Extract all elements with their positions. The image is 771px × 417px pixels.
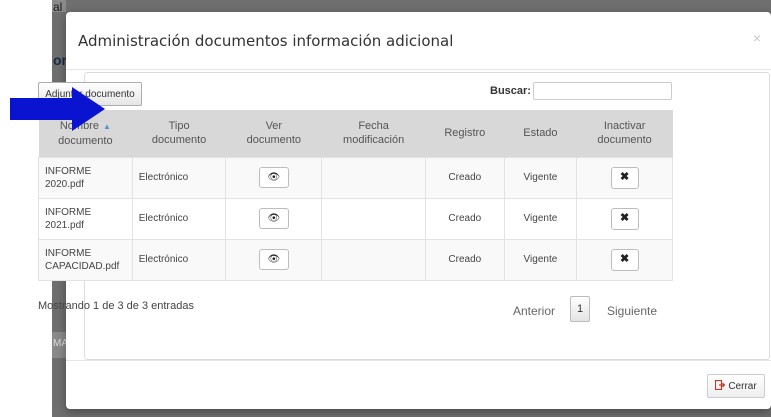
cell-tipo: Electrónico: [131, 238, 227, 281]
cell-nombre: INFORME 2021.pdf: [38, 197, 133, 240]
search-input[interactable]: [533, 82, 672, 100]
pagination-next[interactable]: Siguiente: [607, 304, 657, 318]
column-header-registro[interactable]: Registro: [425, 110, 505, 157]
modal-header: Administración documentos información ad…: [66, 12, 771, 70]
background-fragment: or: [53, 52, 67, 68]
documents-table: Nombre▲ documento Tipodocumento Verdocum…: [38, 110, 673, 281]
close-button[interactable]: Cerrar: [707, 374, 765, 398]
table-row: INFORME 2020.pdf Electrónico 👁 Creado Vig…: [38, 156, 673, 199]
eye-icon[interactable]: 👁: [258, 167, 289, 188]
cell-ver: 👁: [225, 238, 323, 281]
cell-estado: Vigente: [503, 156, 578, 199]
close-icon[interactable]: ×: [753, 30, 761, 46]
table-info: Mostrando 1 de 3 de 3 entradas: [38, 300, 194, 312]
close-icon[interactable]: ✖: [610, 248, 639, 271]
cell-fecha: [321, 156, 427, 199]
cell-estado: Vigente: [503, 197, 578, 240]
cell-inactivar: ✖: [576, 238, 673, 281]
footer-divider: [66, 360, 771, 361]
pagination-previous[interactable]: Anterior: [513, 304, 555, 318]
cell-registro: Creado: [425, 238, 505, 281]
eye-icon[interactable]: 👁: [258, 249, 289, 270]
cell-nombre: INFORME CAPACIDAD.pdf: [38, 238, 133, 281]
cell-fecha: [321, 197, 427, 240]
modal-title: Administración documentos información ad…: [78, 32, 454, 50]
column-header-fecha[interactable]: Fecha modificación: [321, 110, 426, 157]
search-label: Buscar:: [490, 85, 531, 97]
column-header-inactivar[interactable]: Inactivar documento: [576, 110, 673, 157]
cell-inactivar: ✖: [576, 156, 673, 199]
column-header-tipo[interactable]: Tipo documento: [132, 110, 226, 157]
cell-inactivar: ✖: [576, 197, 673, 240]
cell-estado: Vigente: [503, 238, 578, 281]
close-icon[interactable]: ✖: [610, 207, 639, 230]
cell-tipo: Electrónico: [131, 156, 227, 199]
column-header-ver[interactable]: Ver documento: [225, 110, 322, 157]
background-fragment: al: [53, 0, 63, 14]
eye-icon[interactable]: 👁: [258, 208, 289, 229]
pagination-page[interactable]: 1: [570, 296, 590, 322]
table-row: INFORME 2021.pdf Electrónico 👁 Creado Vig…: [38, 197, 673, 240]
cell-tipo: Electrónico: [131, 197, 227, 240]
cell-registro: Creado: [425, 156, 505, 199]
arrow-right-icon: [10, 87, 105, 131]
cell-nombre: INFORME 2020.pdf: [38, 156, 133, 199]
cell-ver: 👁: [225, 197, 323, 240]
table-row: INFORME CAPACIDAD.pdf Electrónico 👁 Cread…: [38, 238, 673, 281]
exit-icon: [715, 379, 726, 393]
column-header-estado[interactable]: Estado: [504, 110, 577, 157]
close-button-label: Cerrar: [728, 380, 757, 392]
cell-registro: Creado: [425, 197, 505, 240]
cell-fecha: [321, 238, 427, 281]
cell-ver: 👁: [225, 156, 323, 199]
close-icon[interactable]: ✖: [610, 166, 639, 189]
table-header-row: Nombre▲ documento Tipodocumento Verdocum…: [38, 110, 673, 157]
